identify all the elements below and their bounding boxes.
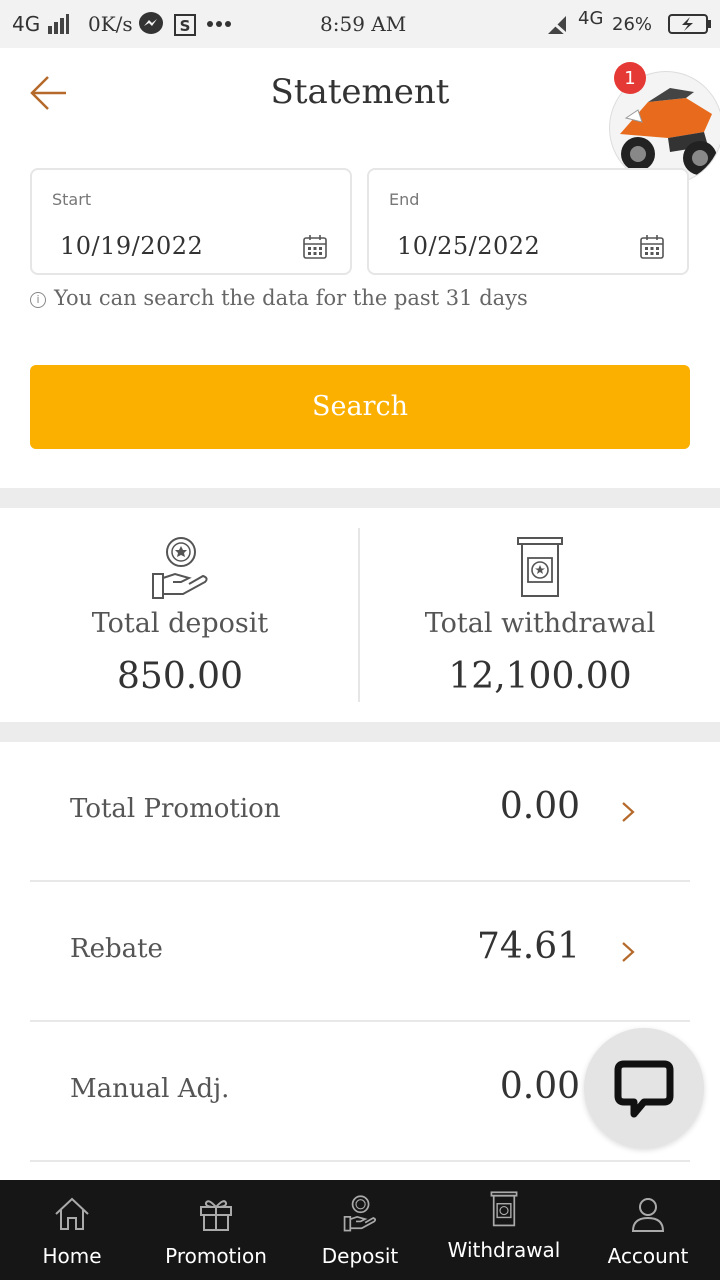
no-signal-icon (547, 16, 567, 36)
end-date-value: 10/25/2022 (397, 232, 541, 260)
start-date-field[interactable]: Start 10/19/2022 (30, 168, 352, 275)
info-icon: i (30, 292, 46, 308)
row-amount: 0.00 (499, 786, 580, 827)
start-date-label: Start (52, 190, 92, 209)
bottom-nav: Home Promotion Deposit Withdrawal Accoun… (0, 1180, 720, 1280)
clock: 8:59 AM (320, 12, 407, 36)
section-divider (0, 488, 720, 508)
promo-badge-count: 1 (624, 68, 635, 89)
network-type-right: 4G (578, 8, 604, 29)
row-total-promotion[interactable]: Total Promotion 0.00 (30, 742, 690, 882)
battery-percent: 26% (612, 14, 653, 35)
chat-bubble-icon (614, 1060, 674, 1118)
row-rebate[interactable]: Rebate 74.61 (30, 882, 690, 1022)
withdrawal-ticket-icon (517, 537, 563, 597)
totals-panel: Total deposit 850.00 Total withdrawal 12… (0, 508, 720, 722)
total-deposit-label: Total deposit (91, 608, 269, 639)
battery-icon (668, 14, 711, 34)
row-label: Manual Adj. (70, 1074, 230, 1104)
live-chat-button[interactable] (584, 1028, 704, 1148)
nav-home[interactable]: Home (0, 1180, 144, 1280)
calendar-icon (303, 235, 327, 259)
svg-text:S: S (180, 17, 191, 35)
total-withdrawal-value: 12,100.00 (448, 656, 632, 697)
row-label: Rebate (70, 934, 163, 964)
nav-withdrawal[interactable]: Withdrawal (432, 1180, 576, 1280)
nav-label: Withdrawal (447, 1238, 561, 1262)
end-date-field[interactable]: End 10/25/2022 (367, 168, 689, 275)
nav-deposit[interactable]: Deposit (288, 1180, 432, 1280)
withdrawal-ticket-icon (490, 1191, 518, 1227)
nav-label: Account (607, 1244, 689, 1268)
deposit-hand-coin-icon (152, 537, 208, 599)
messenger-icon (139, 12, 163, 34)
nav-label: Home (42, 1244, 102, 1268)
more-notifications-icon (207, 21, 231, 27)
search-button[interactable]: Search (30, 365, 690, 449)
nav-account[interactable]: Account (576, 1180, 720, 1280)
date-range-hint: i You can search the data for the past 31… (30, 286, 528, 310)
signal-icon (48, 14, 69, 34)
deposit-hand-coin-icon (343, 1195, 377, 1232)
total-deposit-value: 850.00 (117, 656, 243, 697)
date-range-hint-text: You can search the data for the past 31 … (54, 286, 528, 310)
nav-promotion[interactable]: Promotion (144, 1180, 288, 1280)
row-label: Total Promotion (70, 794, 281, 824)
status-bar: 4G 0K/s S 8:59 AM 4G 26% (0, 0, 720, 48)
chevron-right-icon (622, 802, 635, 822)
nav-label: Deposit (321, 1244, 399, 1268)
user-icon (631, 1198, 665, 1232)
total-withdrawal: Total withdrawal 12,100.00 (360, 508, 720, 722)
home-icon (55, 1197, 89, 1230)
s-app-icon: S (174, 14, 196, 36)
row-amount: 74.61 (476, 926, 580, 967)
row-amount: 0.00 (499, 1066, 580, 1107)
nav-label: Promotion (165, 1244, 267, 1268)
gift-icon (200, 1200, 232, 1231)
total-withdrawal-label: Total withdrawal (424, 608, 656, 639)
chevron-right-icon (622, 942, 635, 962)
total-deposit: Total deposit 850.00 (0, 508, 360, 722)
start-date-value: 10/19/2022 (60, 232, 204, 260)
network-speed: 0K/s (88, 12, 133, 36)
calendar-icon (640, 235, 664, 259)
section-divider (0, 722, 720, 742)
network-indicator: 4G (12, 12, 41, 36)
end-date-label: End (389, 190, 420, 209)
